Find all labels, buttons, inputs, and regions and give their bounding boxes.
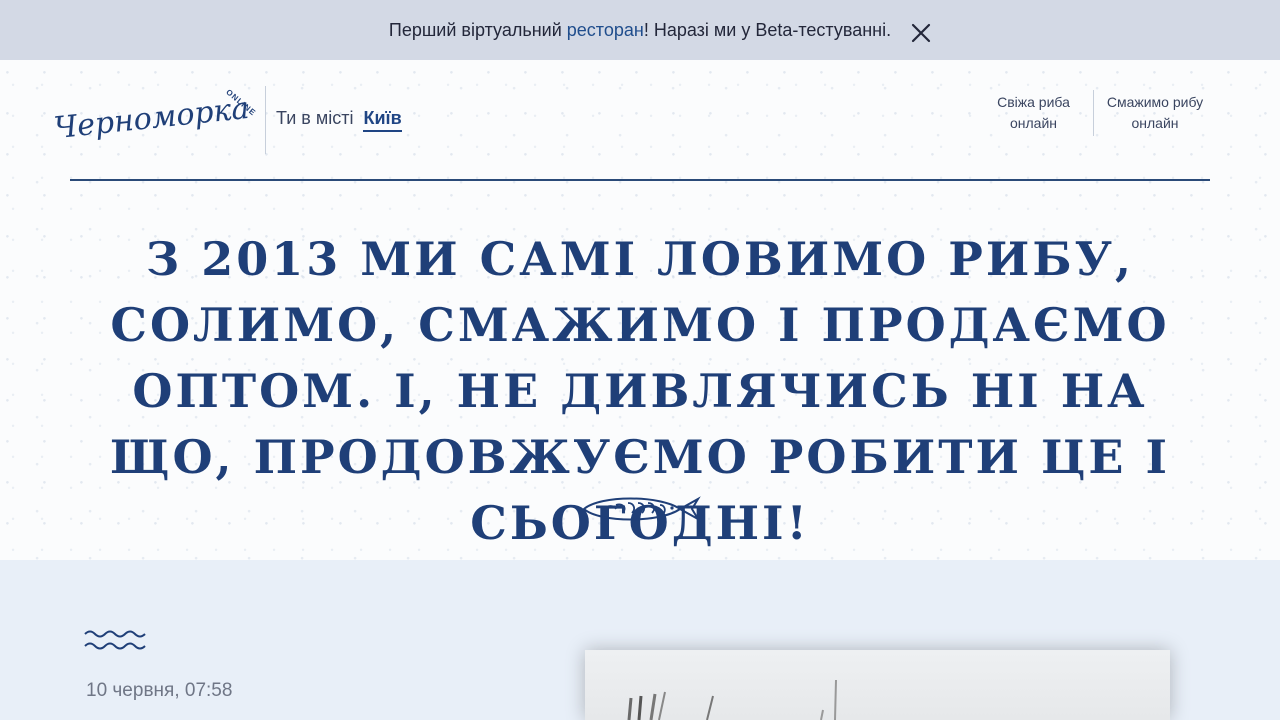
photo-illustration bbox=[627, 679, 837, 720]
city-selector: Ти в місті Київ bbox=[276, 108, 402, 132]
nav-item-fresh-fish[interactable]: Свіжа риба онлайн bbox=[974, 90, 1094, 136]
announcement-banner: Перший віртуальний ресторан! Наразі ми у… bbox=[0, 0, 1280, 60]
banner-text: Перший віртуальний ресторан! Наразі ми у… bbox=[389, 20, 891, 41]
post-date: 10 червня, 07:58 bbox=[86, 680, 233, 701]
nav-item-label: Свіжа риба bbox=[997, 94, 1070, 110]
banner-text-start: Перший віртуальний bbox=[388, 19, 567, 40]
close-icon[interactable] bbox=[910, 22, 932, 44]
fish-icon bbox=[582, 496, 701, 522]
banner-text-end: ! Наразі ми у Beta-тестуванні. bbox=[643, 19, 892, 40]
header-rule bbox=[70, 179, 1210, 181]
logo[interactable]: Черноморка ONLINE bbox=[52, 82, 262, 152]
nav-item-label: Смажимо рибу bbox=[1106, 94, 1204, 110]
waves-icon bbox=[84, 630, 146, 650]
header-divider bbox=[265, 86, 266, 154]
post-photo[interactable] bbox=[585, 650, 1170, 720]
nav-item-fried-fish[interactable]: Смажимо рибу онлайн bbox=[1094, 90, 1216, 136]
logo-text: Черноморка bbox=[52, 91, 251, 146]
city-prefix: Ти в місті bbox=[276, 108, 354, 128]
banner-link[interactable]: ресторан bbox=[567, 20, 644, 40]
nav-item-label: онлайн bbox=[1009, 115, 1058, 131]
main-nav: Свіжа риба онлайн Смажимо рибу онлайн bbox=[974, 90, 1216, 136]
city-link[interactable]: Київ bbox=[363, 108, 402, 132]
nav-item-label: онлайн bbox=[1131, 115, 1179, 131]
